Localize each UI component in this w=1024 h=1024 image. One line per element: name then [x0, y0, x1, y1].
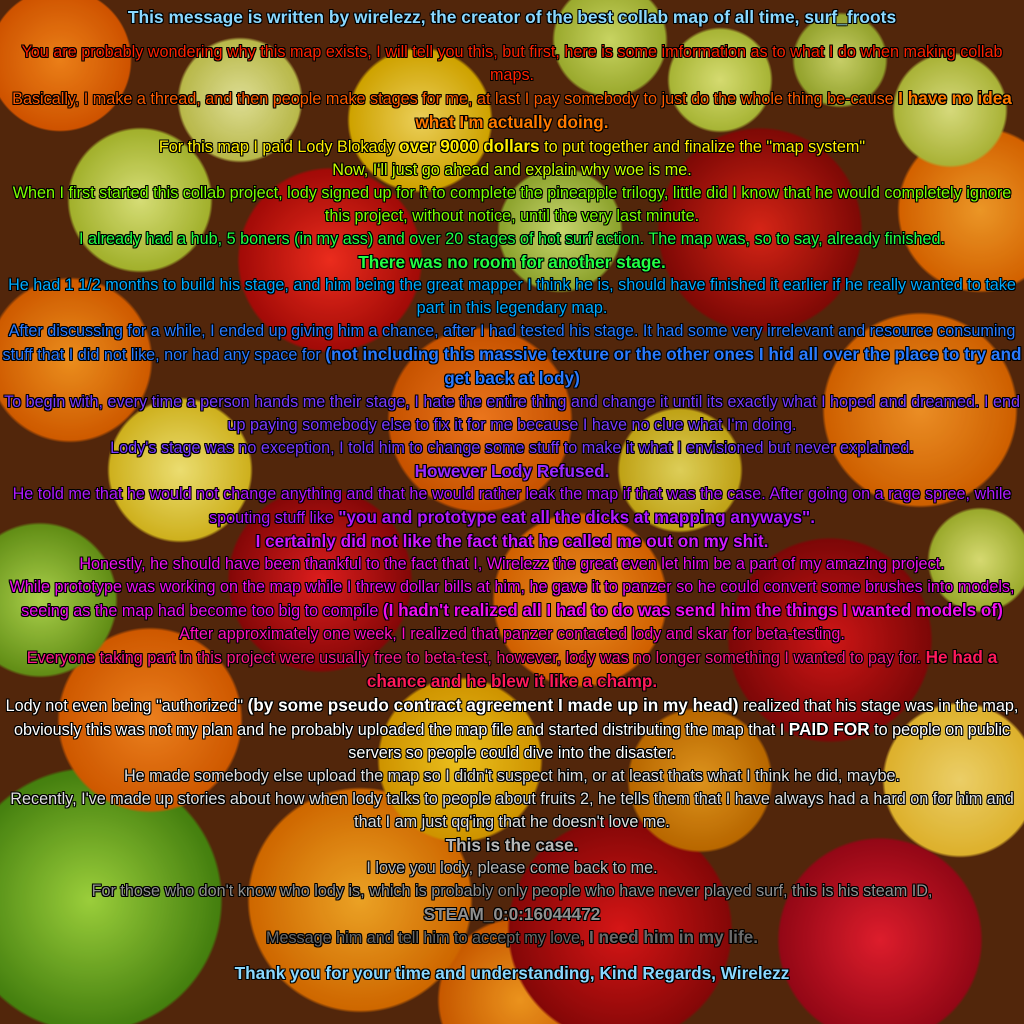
- text-line: Recently, I've made up stories about how…: [10, 790, 1014, 831]
- text-line: There was no room for another stage.: [358, 252, 666, 272]
- text-line: He told me that he would not change anyt…: [12, 485, 1012, 527]
- emphasis-text: I need him in my life.: [588, 927, 759, 947]
- text-line: However Lody Refused.: [414, 461, 610, 481]
- emphasis-text: (by some pseudo contract agreement I mad…: [247, 695, 739, 715]
- text-line: He had 1 1/2 months to build his stage, …: [8, 276, 1016, 317]
- text-line: After discussing for a while, I ended up…: [2, 322, 1022, 388]
- emphasis-text: (not including this massive texture or t…: [325, 344, 1022, 388]
- text-line: Now, I'll just go ahead and explain why …: [332, 161, 692, 179]
- text-line: Basically, I make a thread, and then peo…: [12, 88, 1012, 132]
- text-line: When I first started this collab project…: [12, 184, 1012, 225]
- text-line: For this map I paid Lody Blokady over 90…: [158, 136, 866, 156]
- text-line: Honestly, he should have been thankful t…: [79, 555, 945, 573]
- text-line: Message him and tell him to accept my lo…: [265, 927, 759, 947]
- steam-id-text: STEAM_0:0:16044472: [423, 904, 601, 924]
- text-line: This is the case.: [445, 835, 579, 855]
- text-line: I certainly did not like the fact that h…: [255, 531, 769, 551]
- text-line: For those who don't know who lody is, wh…: [91, 882, 933, 900]
- text-line: Lody not even being "authorized" (by som…: [5, 695, 1019, 762]
- text-line: You are probably wondering why this map …: [21, 43, 1003, 84]
- text-line: While prototype was working on the map w…: [9, 578, 1015, 620]
- message-title: This message is written by wirelezz, the…: [127, 7, 897, 27]
- text-line: I already had a hub, 5 boners (in my ass…: [79, 230, 945, 248]
- text-line: Everyone taking part in this project wer…: [26, 647, 998, 691]
- emphasis-text: over 9000 dollars: [399, 136, 540, 156]
- emphasis-text: (I hadn't realized all I had to do was s…: [382, 600, 1003, 620]
- text-line: I love you lody, please come back to me.: [366, 859, 658, 877]
- message-text-block: This message is written by wirelezz, the…: [0, 0, 1024, 1024]
- text-line: He made somebody else upload the map so …: [123, 767, 901, 785]
- text-line: Lody's stage was no exception, I told hi…: [110, 439, 914, 457]
- text-line: After approximately one week, I realized…: [179, 625, 845, 643]
- text-line: To begin with, every time a person hands…: [4, 393, 1020, 434]
- emphasis-text: "you and prototype eat all the dicks at …: [338, 507, 815, 527]
- emphasis-text: PAID FOR: [788, 719, 870, 739]
- signature-line: Thank you for your time and understandin…: [234, 963, 790, 983]
